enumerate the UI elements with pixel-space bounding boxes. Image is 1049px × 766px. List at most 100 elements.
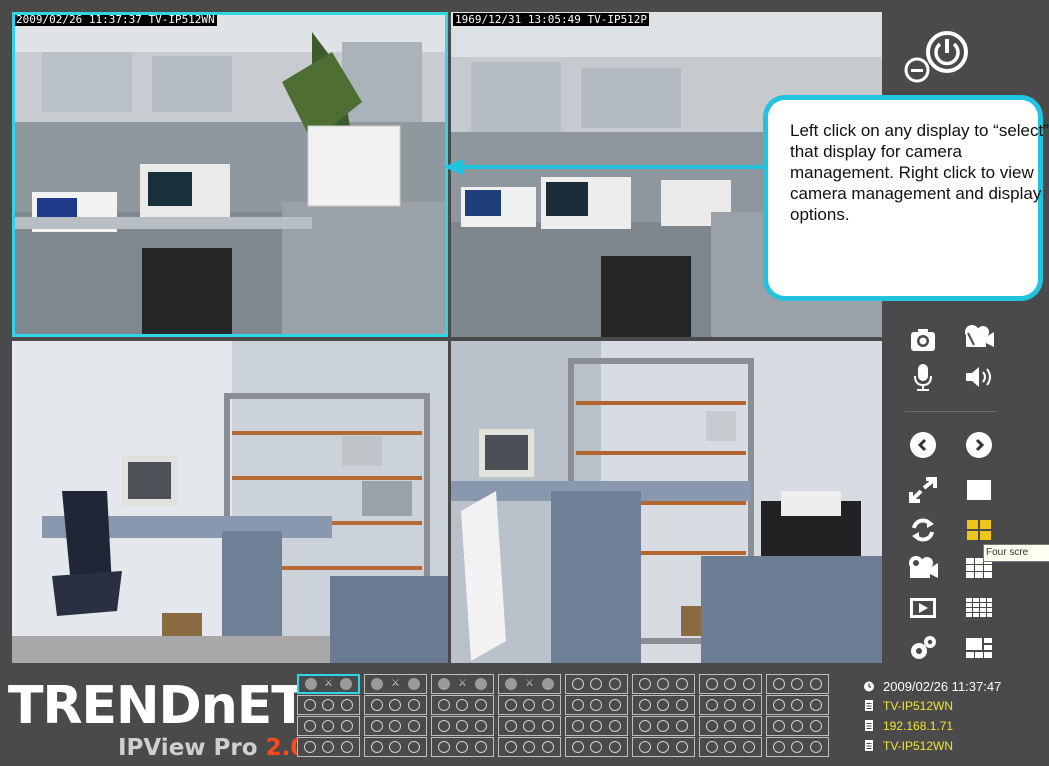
four-screen-button[interactable] bbox=[962, 515, 996, 545]
camera-slot[interactable] bbox=[699, 674, 762, 694]
camera-slot[interactable] bbox=[565, 695, 628, 715]
camera-slot[interactable] bbox=[364, 716, 427, 736]
camera-slot[interactable] bbox=[498, 695, 561, 715]
document-icon bbox=[865, 700, 873, 711]
refresh-button[interactable] bbox=[906, 515, 940, 545]
slot-indicator bbox=[791, 678, 804, 690]
ip-text: 192.168.1.71 bbox=[883, 719, 954, 733]
camera-slot[interactable] bbox=[364, 695, 427, 715]
power-button[interactable] bbox=[925, 28, 969, 76]
slot-indicator bbox=[590, 699, 603, 711]
snapshot-button[interactable] bbox=[906, 325, 940, 355]
camera-timestamp: 1969/12/31 13:05:49 TV-IP512P bbox=[453, 13, 650, 26]
camera-slot[interactable] bbox=[297, 716, 360, 736]
slot-indicator bbox=[773, 720, 786, 732]
camera-slot[interactable] bbox=[632, 737, 695, 757]
speaker-button[interactable] bbox=[962, 362, 996, 392]
slot-indicator bbox=[657, 699, 670, 711]
playback-button[interactable] bbox=[906, 593, 940, 623]
snapshot-icon bbox=[911, 329, 935, 351]
four-screen-icon bbox=[967, 520, 991, 540]
slot-indicator bbox=[456, 741, 469, 753]
microphone-button[interactable] bbox=[906, 362, 940, 392]
camera-slot[interactable] bbox=[699, 737, 762, 757]
slot-indicator bbox=[438, 741, 451, 753]
previous-button[interactable] bbox=[906, 430, 940, 460]
slot-indicator bbox=[657, 720, 670, 732]
record-settings-button[interactable] bbox=[906, 553, 940, 583]
next-button[interactable] bbox=[962, 430, 996, 460]
camera-display-1[interactable]: 2009/02/26 11:37:37 TV-IP512WN bbox=[12, 12, 448, 337]
slot-indicator bbox=[639, 741, 652, 753]
camera-slot[interactable] bbox=[699, 695, 762, 715]
slot-indicator bbox=[742, 741, 755, 753]
camera-slot[interactable] bbox=[766, 695, 829, 715]
slot-indicator bbox=[608, 720, 621, 732]
camera-slot[interactable] bbox=[498, 737, 561, 757]
custom-layout-button[interactable] bbox=[962, 633, 996, 663]
slot-indicator bbox=[742, 678, 755, 690]
slot-indicator bbox=[590, 678, 603, 690]
slot-indicator bbox=[304, 741, 317, 753]
slot-indicator bbox=[809, 720, 822, 732]
sixteen-screen-button[interactable] bbox=[962, 593, 996, 623]
slot-indicator bbox=[657, 741, 670, 753]
clock-icon bbox=[864, 681, 874, 692]
slot-indicator bbox=[371, 678, 384, 690]
slot-indicator bbox=[608, 741, 621, 753]
slot-indicator bbox=[541, 699, 554, 711]
camera-slot[interactable]: ⚔ bbox=[431, 674, 494, 694]
motion-icon: ⚔ bbox=[525, 678, 534, 689]
camera-slot[interactable] bbox=[699, 716, 762, 736]
camera-slot[interactable]: ⚔ bbox=[297, 674, 360, 694]
slot-indicator bbox=[371, 699, 384, 711]
camera-display-3[interactable] bbox=[12, 341, 448, 663]
slot-indicator bbox=[304, 678, 317, 690]
camera-slot[interactable] bbox=[565, 737, 628, 757]
camera-slot[interactable] bbox=[364, 737, 427, 757]
camera-slot[interactable] bbox=[431, 737, 494, 757]
slot-indicator bbox=[572, 699, 585, 711]
slot-indicator bbox=[724, 720, 737, 732]
camera-slot[interactable] bbox=[632, 674, 695, 694]
fullscreen-button[interactable] bbox=[906, 475, 940, 505]
record-button[interactable] bbox=[962, 322, 996, 352]
slot-indicator bbox=[340, 720, 353, 732]
camera-view-image bbox=[12, 12, 448, 337]
camera-slot[interactable] bbox=[431, 716, 494, 736]
camera-slot[interactable] bbox=[565, 674, 628, 694]
camera-slot[interactable] bbox=[766, 737, 829, 757]
settings-button[interactable] bbox=[906, 633, 940, 663]
callout-arrow bbox=[443, 159, 768, 175]
camera-slot[interactable] bbox=[766, 716, 829, 736]
camera-slot[interactable] bbox=[297, 695, 360, 715]
slot-indicator bbox=[438, 699, 451, 711]
camera-slot[interactable] bbox=[766, 674, 829, 694]
single-screen-button[interactable] bbox=[962, 475, 996, 505]
slot-indicator bbox=[340, 678, 353, 690]
camera-slot[interactable]: ⚔ bbox=[364, 674, 427, 694]
camera-slot[interactable] bbox=[431, 695, 494, 715]
camera-slot[interactable] bbox=[632, 716, 695, 736]
slot-indicator bbox=[340, 741, 353, 753]
camera-slot[interactable] bbox=[632, 695, 695, 715]
slot-indicator bbox=[791, 720, 804, 732]
camera-display-4[interactable] bbox=[451, 341, 882, 663]
slot-indicator bbox=[474, 678, 487, 690]
camera-slot[interactable]: ⚔ bbox=[498, 674, 561, 694]
slot-indicator bbox=[706, 741, 719, 753]
slot-indicator bbox=[809, 678, 822, 690]
single-screen-icon bbox=[967, 480, 991, 500]
slot-indicator bbox=[809, 741, 822, 753]
ipview-window: 2009/02/26 11:37:37 TV-IP512WN 1969/12/3… bbox=[0, 0, 1049, 766]
instruction-callout: Left click on any display to “select” th… bbox=[763, 95, 1049, 301]
camera-slot[interactable] bbox=[565, 716, 628, 736]
slot-indicator bbox=[773, 699, 786, 711]
camera-slot[interactable] bbox=[297, 737, 360, 757]
slot-indicator bbox=[389, 741, 402, 753]
slot-indicator bbox=[675, 741, 688, 753]
camera-slot[interactable] bbox=[498, 716, 561, 736]
slot-indicator bbox=[742, 699, 755, 711]
settings-icon bbox=[911, 636, 936, 659]
camera-model-display: TV-IP512WN bbox=[864, 739, 953, 753]
